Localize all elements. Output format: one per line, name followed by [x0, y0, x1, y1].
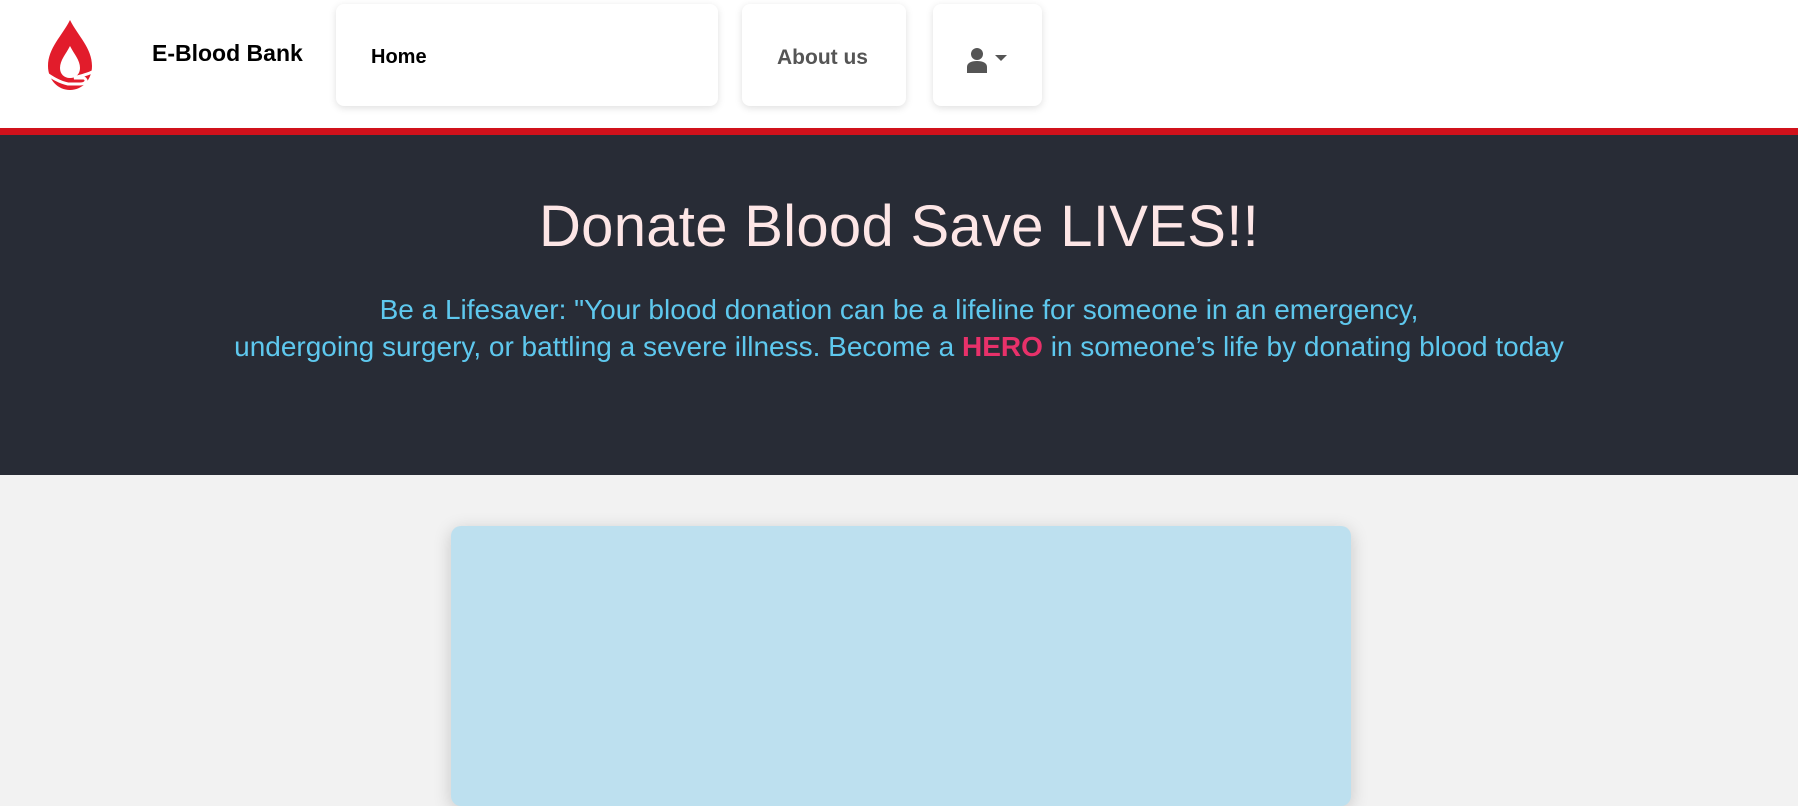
blood-drop-logo-icon[interactable] — [40, 18, 100, 94]
brand-name[interactable]: E-Blood Bank — [152, 40, 303, 67]
navbar: E-Blood Bank Home About us — [0, 0, 1798, 128]
nav-item-about-us[interactable]: About us — [742, 4, 906, 106]
hero-subtitle: Be a Lifesaver: "Your blood donation can… — [0, 291, 1798, 365]
hero-title: Donate Blood Save LIVES!! — [538, 194, 1260, 259]
user-menu-dropdown[interactable] — [933, 4, 1042, 106]
hero-banner: Donate Blood Save LIVES!! Be a Lifesaver… — [0, 135, 1798, 475]
nav-item-home-label: Home — [371, 46, 427, 68]
navbar-accent-line — [0, 128, 1798, 135]
hero-subtitle-line-2-end: in someone’s life by donating blood toda… — [1042, 331, 1564, 362]
hero-highlight-word: HERO — [962, 331, 1043, 362]
hero-subtitle-line-2-start: undergoing surgery, or battling a severe… — [234, 331, 963, 362]
nav-item-home[interactable]: Home — [336, 4, 718, 106]
user-icon — [967, 48, 987, 73]
content-card — [451, 526, 1351, 806]
hero-subtitle-line-1: Be a Lifesaver: "Your blood donation can… — [379, 294, 1419, 325]
hero-subtitle-line-2: undergoing surgery, or battling a severe… — [0, 328, 1798, 365]
nav-item-about-us-label: About us — [777, 46, 868, 69]
caret-down-icon — [995, 55, 1007, 61]
